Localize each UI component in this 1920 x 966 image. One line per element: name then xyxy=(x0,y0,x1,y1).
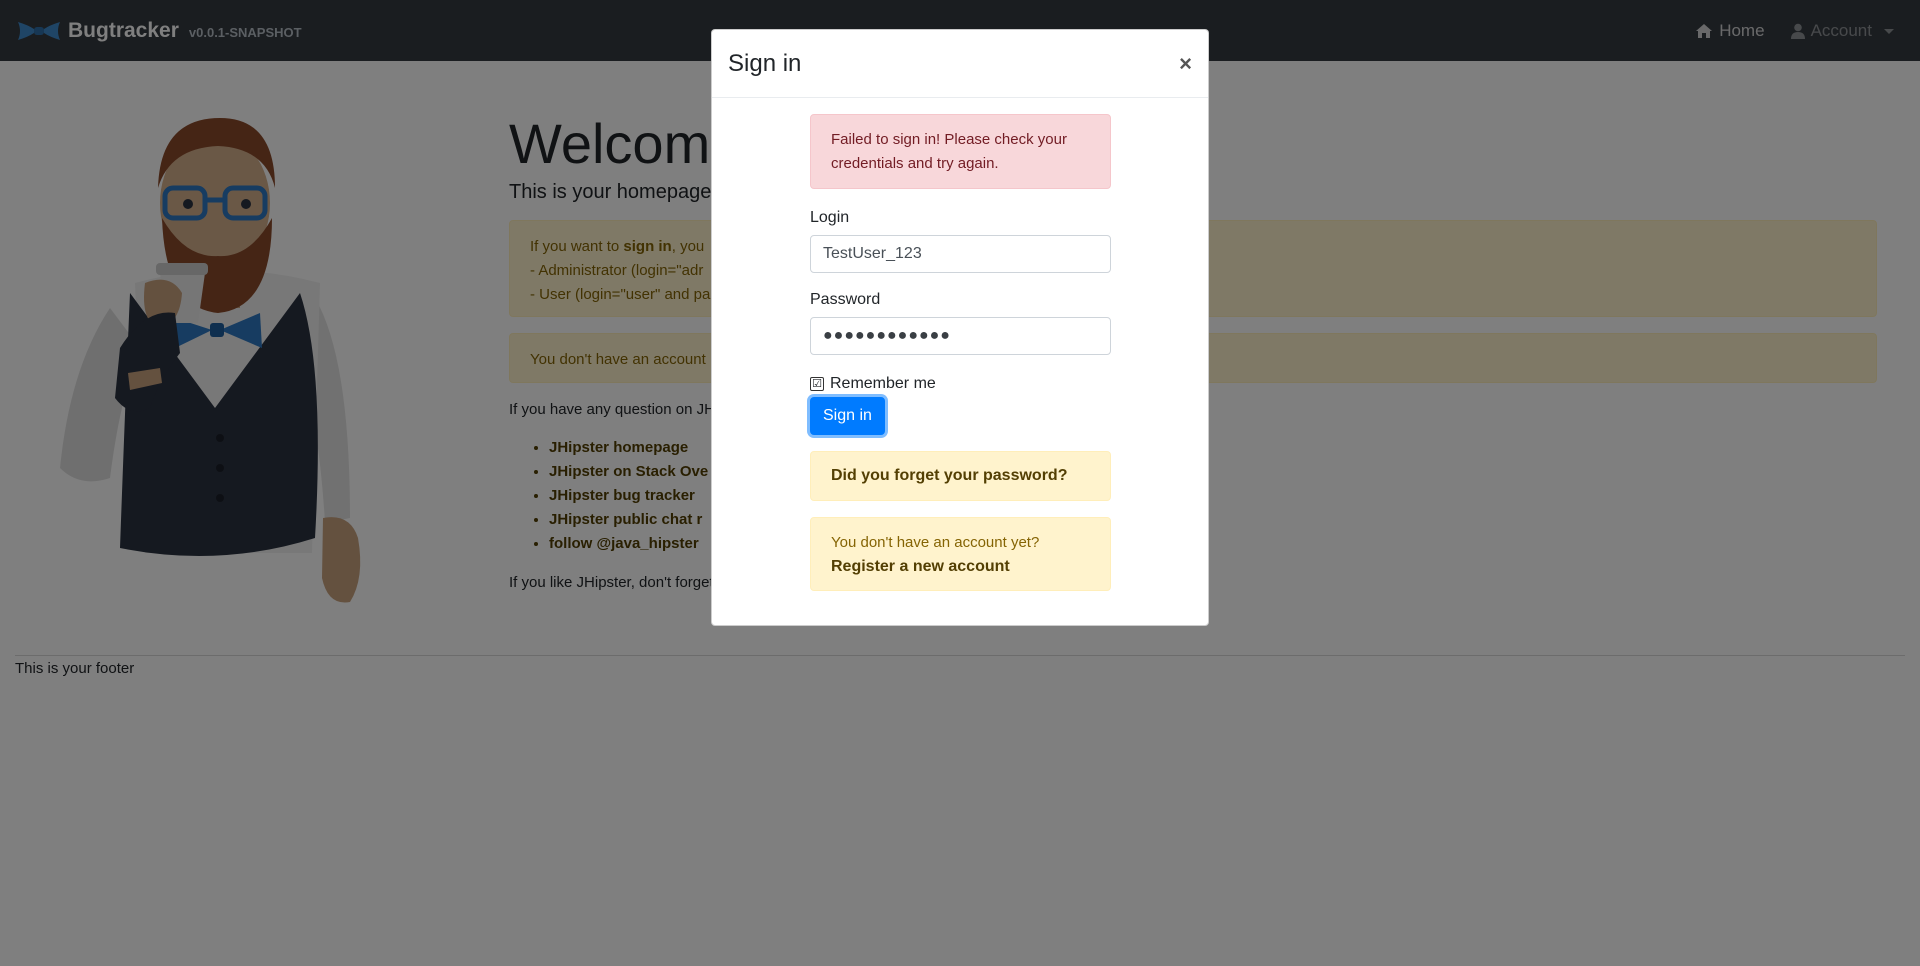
modal-header: Sign in × xyxy=(712,30,1208,98)
login-label: Login xyxy=(810,209,850,226)
signin-button[interactable]: Sign in xyxy=(810,397,885,435)
signin-form: Failed to sign in! Please check your cre… xyxy=(810,114,1111,591)
modal-title: Sign in xyxy=(728,49,802,77)
password-label: Password xyxy=(810,291,881,308)
forgot-password-link[interactable]: Did you forget your password? xyxy=(810,451,1111,501)
remember-me-checkbox[interactable]: ☑ xyxy=(810,377,824,391)
login-input[interactable]: TestUser_123 xyxy=(810,235,1111,273)
close-icon[interactable]: × xyxy=(1179,52,1192,75)
remember-me-row: ☑ Remember me xyxy=(810,375,1111,393)
remember-me-label[interactable]: Remember me xyxy=(830,375,936,393)
register-link[interactable]: Register a new account xyxy=(831,555,1090,579)
register-alert: You don't have an account yet? Register … xyxy=(810,517,1111,591)
password-input[interactable]: ●●●●●●●●●●●● xyxy=(810,317,1111,355)
signin-error-alert: Failed to sign in! Please check your cre… xyxy=(810,114,1111,189)
no-account-text: You don't have an account yet? xyxy=(831,534,1040,551)
error-title: Failed to sign in! xyxy=(831,131,941,148)
signin-modal: Sign in × Failed to sign in! Please chec… xyxy=(711,29,1209,626)
